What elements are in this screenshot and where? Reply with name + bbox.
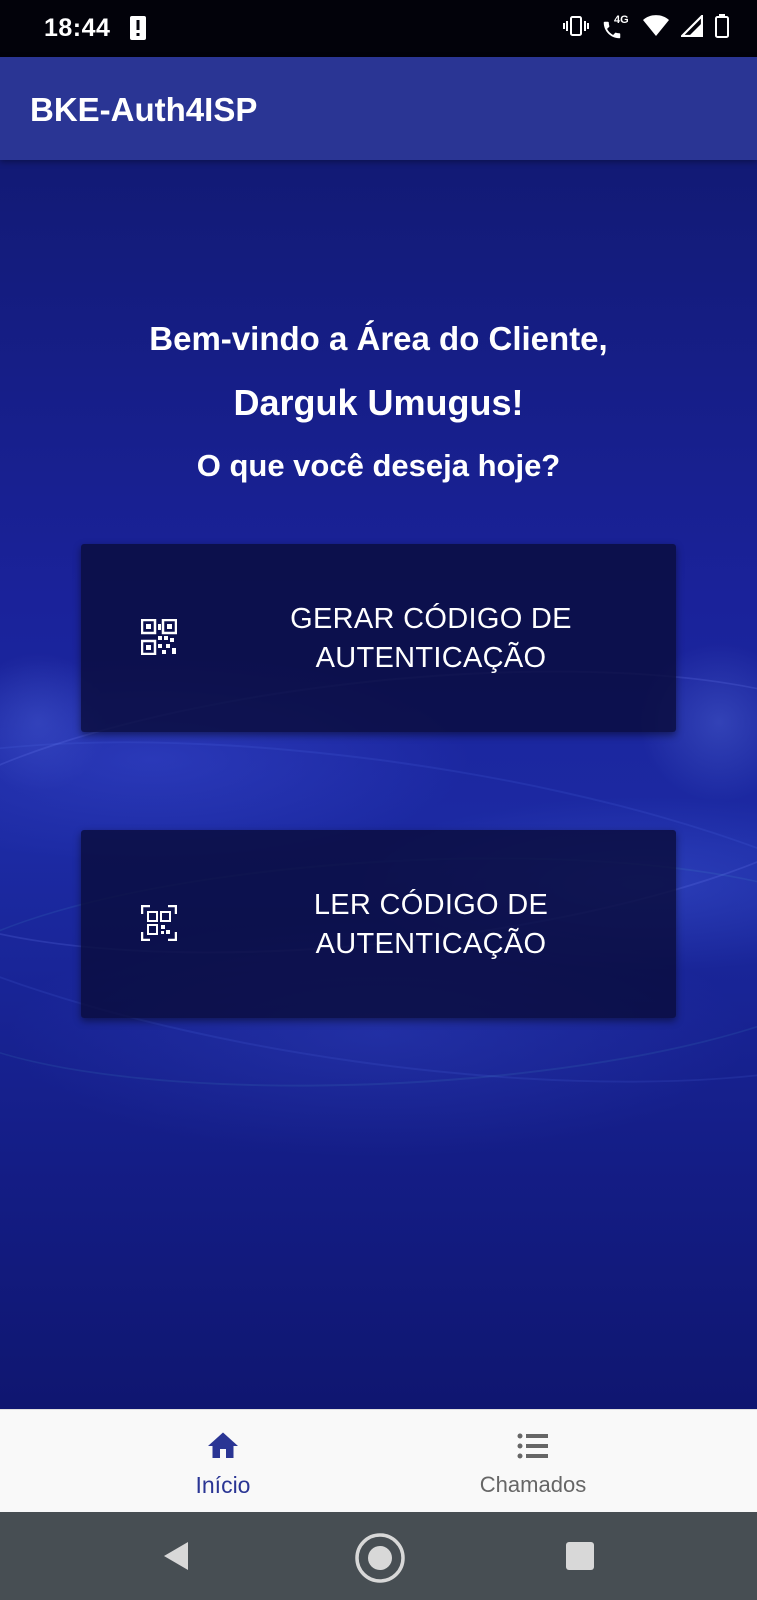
signal-icon: [679, 13, 704, 42]
status-bar: 18:44 4G: [0, 0, 757, 57]
welcome-question: O que você deseja hoje?: [196, 448, 561, 483]
battery-icon: [715, 14, 729, 43]
vibrate-icon: [563, 15, 589, 42]
screen: 18:44 4G BKE-Auth4ISP Bem-vindo a Área d…: [0, 0, 757, 1600]
network-label: 4G: [614, 13, 629, 26]
back-icon[interactable]: [152, 1532, 200, 1580]
generate-code-button[interactable]: GERAR CÓDIGO DE AUTENTICAÇÃO: [81, 544, 676, 732]
status-icons: 4G: [563, 13, 729, 43]
wifi-calling-icon: 4G: [601, 13, 631, 42]
wifi-icon: [643, 15, 669, 42]
user-name: Darguk Umugus!: [233, 382, 524, 423]
main-content: Bem-vindo a Área do Cliente, Darguk Umug…: [0, 160, 757, 1409]
qr-scan-icon: [140, 904, 178, 942]
home-circle-icon[interactable]: [354, 1532, 405, 1583]
bottom-navigation: Início Chamados: [0, 1409, 757, 1513]
nav-item-inicio[interactable]: Início: [123, 1410, 323, 1513]
recent-apps-icon[interactable]: [556, 1532, 604, 1580]
qr-code-icon: [140, 618, 178, 656]
generate-code-label: GERAR CÓDIGO DE AUTENTICAÇÃO: [290, 603, 572, 674]
system-navigation-bar: [0, 1512, 757, 1600]
app-bar: BKE-Auth4ISP: [0, 57, 757, 160]
nav-item-chamados[interactable]: Chamados: [433, 1410, 633, 1513]
list-icon: [515, 1428, 551, 1464]
home-icon: [205, 1428, 241, 1464]
status-time: 18:44: [44, 14, 111, 42]
nav-label-chamados: Chamados: [479, 1472, 587, 1497]
read-code-button[interactable]: LER CÓDIGO DE AUTENTICAÇÃO: [81, 830, 676, 1018]
welcome-heading: Bem-vindo a Área do Cliente,: [149, 320, 608, 357]
nav-label-inicio: Início: [195, 1472, 251, 1498]
app-title: BKE-Auth4ISP: [30, 91, 258, 128]
read-code-label: LER CÓDIGO DE AUTENTICAÇÃO: [313, 889, 549, 960]
alert-icon: [130, 16, 146, 45]
